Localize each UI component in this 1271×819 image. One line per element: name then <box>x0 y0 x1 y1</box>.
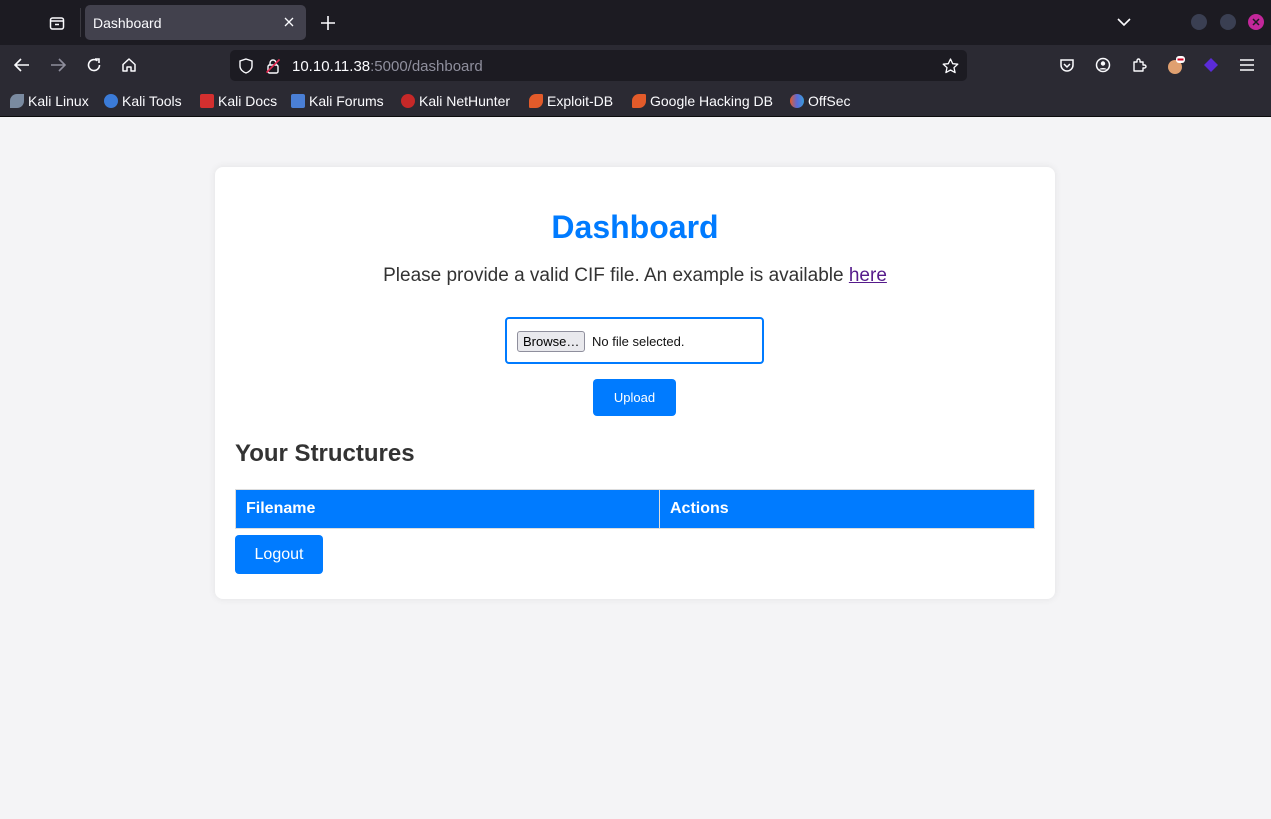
file-status: No file selected. <box>592 334 685 349</box>
bookmark-kali-docs[interactable]: Kali Docs <box>200 92 277 110</box>
bookmark-kali-forums[interactable]: Kali Forums <box>291 92 384 110</box>
upload-button[interactable]: Upload <box>593 379 676 416</box>
dashboard-card: Dashboard Please provide a valid CIF fil… <box>215 167 1055 599</box>
table-header-row: Filename Actions <box>235 489 1035 529</box>
firefox-view-icon[interactable] <box>40 6 74 39</box>
bookmark-label: Kali Docs <box>218 93 278 109</box>
tab-title: Dashboard <box>93 15 162 31</box>
offsec-icon <box>790 94 804 108</box>
bookmark-label: Google Hacking DB <box>650 93 773 109</box>
new-tab-icon[interactable] <box>316 11 340 35</box>
window-close-button[interactable] <box>1248 14 1264 30</box>
pocket-icon[interactable] <box>1055 53 1079 77</box>
intro-text: Please provide a valid CIF file. An exam… <box>215 265 1055 287</box>
bookmark-label: Kali Linux <box>28 93 89 109</box>
bookmark-google-hacking-db[interactable]: Google Hacking DB <box>632 92 773 110</box>
kali-nethunter-icon <box>401 94 415 108</box>
chevron-down-icon[interactable] <box>1113 11 1135 33</box>
kali-forums-icon <box>291 94 305 108</box>
url-path: :5000/dashboard <box>370 58 483 75</box>
extension-badge-icon[interactable] <box>1163 53 1187 77</box>
account-icon[interactable] <box>1091 53 1115 77</box>
home-icon[interactable] <box>117 53 141 77</box>
navigation-toolbar: 10.10.11.38:5000/dashboard <box>0 45 1271 85</box>
bookmark-star-icon[interactable] <box>939 55 961 77</box>
bookmark-label: Kali Forums <box>309 93 384 109</box>
kali-dragon-icon <box>10 94 24 108</box>
tab-close-icon[interactable] <box>280 12 298 32</box>
file-input[interactable]: Browse… No file selected. <box>505 317 764 364</box>
logout-button[interactable]: Logout <box>235 535 323 574</box>
extension-cube-icon[interactable] <box>1199 53 1223 77</box>
url-host: 10.10.11.38 <box>292 58 371 75</box>
bookmark-kali-tools[interactable]: Kali Tools <box>104 92 182 110</box>
kali-docs-icon <box>200 94 214 108</box>
tab-bar: Dashboard <box>0 0 1271 45</box>
bookmark-label: OffSec <box>808 93 851 109</box>
reload-icon[interactable] <box>82 53 106 77</box>
structures-heading: Your Structures <box>235 440 415 467</box>
ghdb-icon <box>632 94 646 108</box>
window-maximize-button[interactable] <box>1220 14 1236 30</box>
bookmark-kali-linux[interactable]: Kali Linux <box>10 92 89 110</box>
tracking-shield-icon[interactable] <box>236 56 256 76</box>
bookmark-label: Kali Tools <box>122 93 182 109</box>
page-title: Dashboard <box>551 209 719 245</box>
tab-separator <box>80 8 81 37</box>
back-arrow-icon[interactable] <box>10 53 34 77</box>
forward-arrow-icon[interactable] <box>46 53 70 77</box>
window-minimize-button[interactable] <box>1191 14 1207 30</box>
column-filename: Filename <box>235 489 660 529</box>
close-icon <box>1252 18 1260 26</box>
browse-button[interactable]: Browse… <box>517 331 586 352</box>
example-link[interactable]: here <box>849 265 887 286</box>
tab-dashboard[interactable]: Dashboard <box>85 5 306 40</box>
hamburger-menu-icon[interactable] <box>1235 53 1259 77</box>
kali-tools-icon <box>104 94 118 108</box>
bookmarks-toolbar: Kali Linux Kali Tools Kali Docs Kali For… <box>0 85 1271 117</box>
bookmark-kali-nethunter[interactable]: Kali NetHunter <box>401 92 510 110</box>
bookmark-label: Exploit-DB <box>547 93 614 109</box>
intro-message: Please provide a valid CIF file. An exam… <box>383 265 849 286</box>
url-bar[interactable]: 10.10.11.38:5000/dashboard <box>230 50 967 81</box>
bookmark-label: Kali NetHunter <box>419 93 511 109</box>
exploit-db-icon <box>529 94 543 108</box>
column-actions: Actions <box>659 489 1035 529</box>
insecure-lock-icon[interactable] <box>263 56 283 76</box>
structures-table: Filename Actions <box>235 489 1035 529</box>
url-text[interactable]: 10.10.11.38:5000/dashboard <box>292 58 483 75</box>
extensions-icon[interactable] <box>1127 53 1151 77</box>
bookmark-exploit-db[interactable]: Exploit-DB <box>529 92 613 110</box>
bookmark-offsec[interactable]: OffSec <box>790 92 851 110</box>
